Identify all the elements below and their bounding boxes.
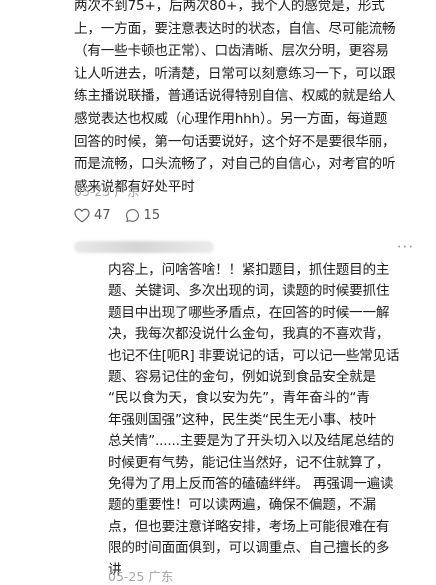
reply-line: 限的时间面面俱到，可以调重点、自己擅长的多 [108, 540, 390, 557]
comment-line: 两次不到75+，后两次80+，我个人的感觉是，形式 [74, 0, 385, 14]
reply-button[interactable]: 15 [125, 207, 161, 223]
reply-line: 免得为了用上反而答的磕磕绊绊。 再强调一遍读 [108, 476, 394, 493]
comment-bubble-icon [125, 208, 139, 222]
comment-line: 上，一方面，要注意表达时的状态，自信、尽可能流畅 [74, 20, 396, 37]
more-options-button[interactable]: ··· [397, 238, 414, 256]
reply-line: 年强则国强”这种，民生类“民生无小事、枝叶 [108, 411, 377, 428]
reply-line: 总关情”......主要是为了开头切入以及结尾总结的 [108, 433, 395, 450]
reply-line: 点，但也要注意详略安排，考场上可能很难在有 [108, 518, 390, 535]
reply-header: ··· [74, 238, 420, 258]
reply-line: 题的重要性！可以读两遍，确保不偏题，不漏 [108, 497, 376, 514]
comment-line: 练主播说联播，普通话说得特别自信、权威的就是给人 [74, 88, 396, 105]
like-button[interactable]: 47 [74, 208, 111, 223]
comment-date: 05-25 [74, 184, 111, 199]
reply-location: 广东 [148, 569, 174, 584]
heart-icon [74, 208, 90, 222]
reply-line: “民以食为天，食以安为先”，青年奋斗的“青 [108, 390, 370, 407]
comment-text: 两次不到75+，后两次80+，我个人的感觉是，形式 上，一方面，要注意表达时的状… [74, 0, 424, 198]
comment-line: 而是流畅，口头流畅了，对自己的自信心，对考官的听 [74, 156, 396, 173]
like-count: 47 [94, 207, 111, 223]
comment-line: 感觉表达也权威（心理作用hhh）。另一方面，每道题 [74, 110, 388, 127]
reply-date: 05-25 [108, 569, 145, 584]
reply-line: 也记不住[呃R] 非要说记的话，可以记一些常见话 [108, 347, 400, 364]
comment-line: （有一些卡顿也正常）、口齿清晰、层次分明，更容易 [74, 43, 389, 60]
reply-line: 题、容易记住的金句，例如说到食品安全就是 [108, 369, 376, 386]
comment-line: 让人听进去，听清楚，日常可以刻意练习一下，可以跟 [74, 65, 396, 82]
reply-line: 题、关键词、多次出现的词，读题的时候要抓住 [108, 283, 390, 300]
reply-line: 题目中出现了哪些矛盾点，在回答的时候一一解 [108, 304, 390, 321]
reply-count: 15 [143, 207, 161, 223]
blurred-username [74, 241, 214, 253]
reply-line: 内容上，问啥答啥！！紧扣题目，抓住题目的主 [108, 262, 390, 278]
comment-meta: 05-25 广东 [74, 181, 139, 200]
comment-actions: 47 15 [74, 206, 174, 224]
reply-line: 时候更有气势，能记住当然好，记不住就算了， [108, 454, 390, 471]
reply-line: 决，我每次都没说什么金句，我真的不喜欢背， [108, 326, 390, 343]
reply-meta: 05-25 广东 [108, 566, 173, 585]
comment-line: 回答的时候，第一句话要说好，这个好不是要很华丽， [74, 133, 396, 150]
comment-location: 广东 [114, 184, 140, 199]
reply-text: 内容上，问啥答啥！！紧扣题目，抓住题目的主 题、关键词、多次出现的词，读题的时候… [108, 260, 420, 581]
